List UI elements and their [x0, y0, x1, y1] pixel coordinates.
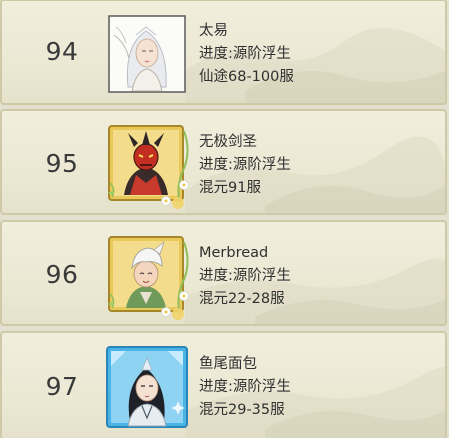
player-info: 太易 进度:源阶浮生 仙途68-100服 [199, 20, 294, 89]
player-server: 仙途68-100服 [199, 69, 294, 85]
rank-number: 94 [45, 37, 79, 66]
rank-number: 96 [45, 260, 79, 289]
player-server: 混元29-35服 [199, 402, 285, 418]
player-server: 混元22-28服 [199, 291, 285, 307]
player-avatar[interactable] [106, 15, 188, 97]
player-name: 鱼尾面包 [199, 356, 257, 372]
rank-number: 97 [45, 372, 79, 401]
player-progress: 进度:源阶浮生 [199, 157, 291, 173]
player-name: 无极剑圣 [199, 134, 257, 150]
player-avatar[interactable] [106, 346, 188, 428]
player-info: 无极剑圣 进度:源阶浮生 混元91服 [199, 131, 291, 200]
ranking-list: 94 太易 进度:源阶浮生 仙途68-100服 95 无极剑圣 进度:源阶浮生 … [0, 0, 449, 438]
player-name: 太易 [199, 23, 228, 39]
ranking-row[interactable]: 96 Merbread 进度:源阶浮生 混元22-28服 [0, 220, 447, 326]
player-avatar[interactable] [106, 234, 189, 320]
player-info: 鱼尾面包 进度:源阶浮生 混元29-35服 [199, 353, 291, 422]
player-progress: 进度:源阶浮生 [199, 379, 291, 395]
player-server: 混元91服 [199, 180, 261, 196]
player-progress: 进度:源阶浮生 [199, 268, 291, 284]
ranking-row[interactable]: 97 鱼尾面包 进度:源阶浮生 混元29-35服 [0, 331, 447, 438]
rank-number: 95 [45, 149, 79, 178]
ranking-row[interactable]: 94 太易 进度:源阶浮生 仙途68-100服 [0, 0, 447, 105]
player-avatar[interactable] [106, 123, 189, 209]
player-info: Merbread 进度:源阶浮生 混元22-28服 [199, 242, 291, 311]
player-progress: 进度:源阶浮生 [199, 46, 291, 62]
ranking-row[interactable]: 95 无极剑圣 进度:源阶浮生 混元91服 [0, 109, 447, 215]
player-name: Merbread [199, 245, 269, 261]
